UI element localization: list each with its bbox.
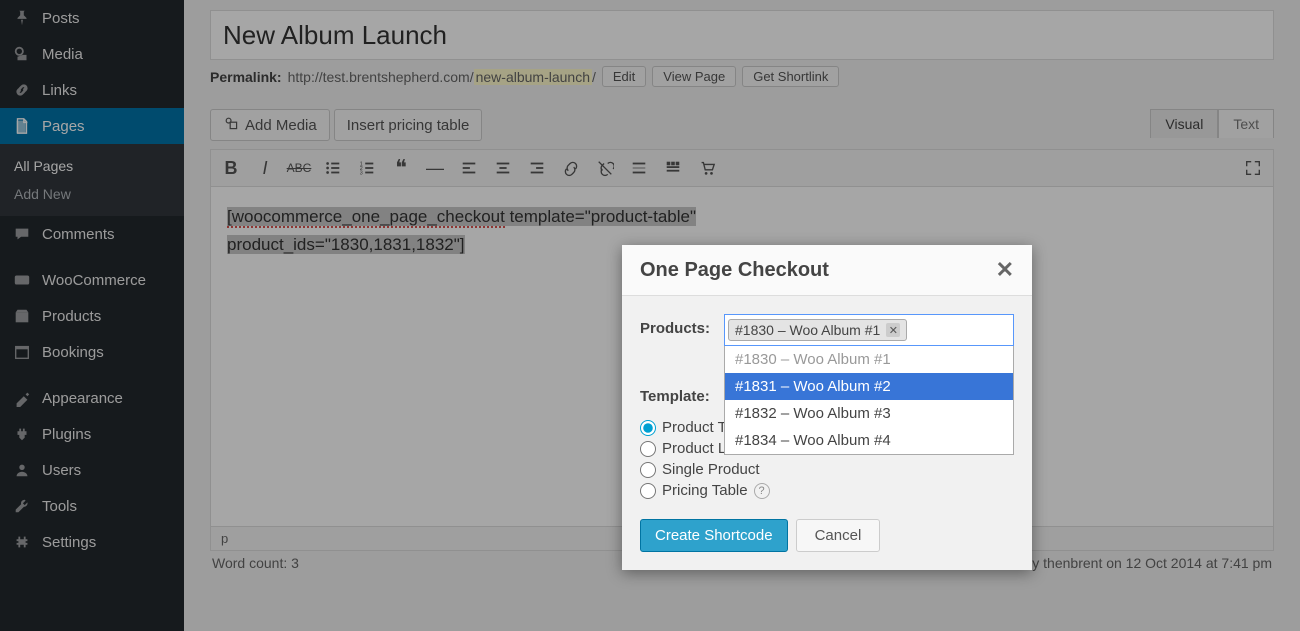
products-search-input[interactable] — [910, 322, 916, 338]
products-select[interactable]: #1830 – Woo Album #1 ✕ — [724, 314, 1014, 346]
create-shortcode-button[interactable]: Create Shortcode — [640, 519, 788, 552]
radio-input[interactable] — [640, 441, 656, 457]
radio-input[interactable] — [640, 483, 656, 499]
products-field: Products: #1830 – Woo Album #1 ✕ #1830 –… — [640, 314, 1014, 346]
radio-input[interactable] — [640, 420, 656, 436]
cancel-button[interactable]: Cancel — [796, 519, 881, 552]
opc-modal: One Page Checkout ✕ Products: #1830 – Wo… — [622, 245, 1032, 570]
template-option-pricing-table[interactable]: Pricing Table ? — [640, 480, 1014, 501]
template-label: Template: — [640, 382, 710, 405]
modal-actions: Create Shortcode Cancel — [640, 519, 1014, 552]
close-icon[interactable]: ✕ — [996, 257, 1014, 283]
products-dropdown: #1830 – Woo Album #1 #1831 – Woo Album #… — [724, 346, 1014, 455]
tag-remove-icon[interactable]: ✕ — [886, 323, 900, 337]
dropdown-option[interactable]: #1830 – Woo Album #1 — [725, 346, 1013, 373]
modal-title: One Page Checkout — [640, 259, 829, 282]
products-label: Products: — [640, 314, 724, 337]
radio-input[interactable] — [640, 462, 656, 478]
dropdown-option[interactable]: #1832 – Woo Album #3 — [725, 400, 1013, 427]
help-icon[interactable]: ? — [754, 483, 770, 499]
product-tag: #1830 – Woo Album #1 ✕ — [728, 319, 907, 341]
modal-header: One Page Checkout ✕ — [622, 245, 1032, 296]
dropdown-option[interactable]: #1834 – Woo Album #4 — [725, 427, 1013, 454]
dropdown-option[interactable]: #1831 – Woo Album #2 — [725, 373, 1013, 400]
template-option-single-product[interactable]: Single Product — [640, 459, 1014, 480]
modal-body: Products: #1830 – Woo Album #1 ✕ #1830 –… — [622, 296, 1032, 570]
